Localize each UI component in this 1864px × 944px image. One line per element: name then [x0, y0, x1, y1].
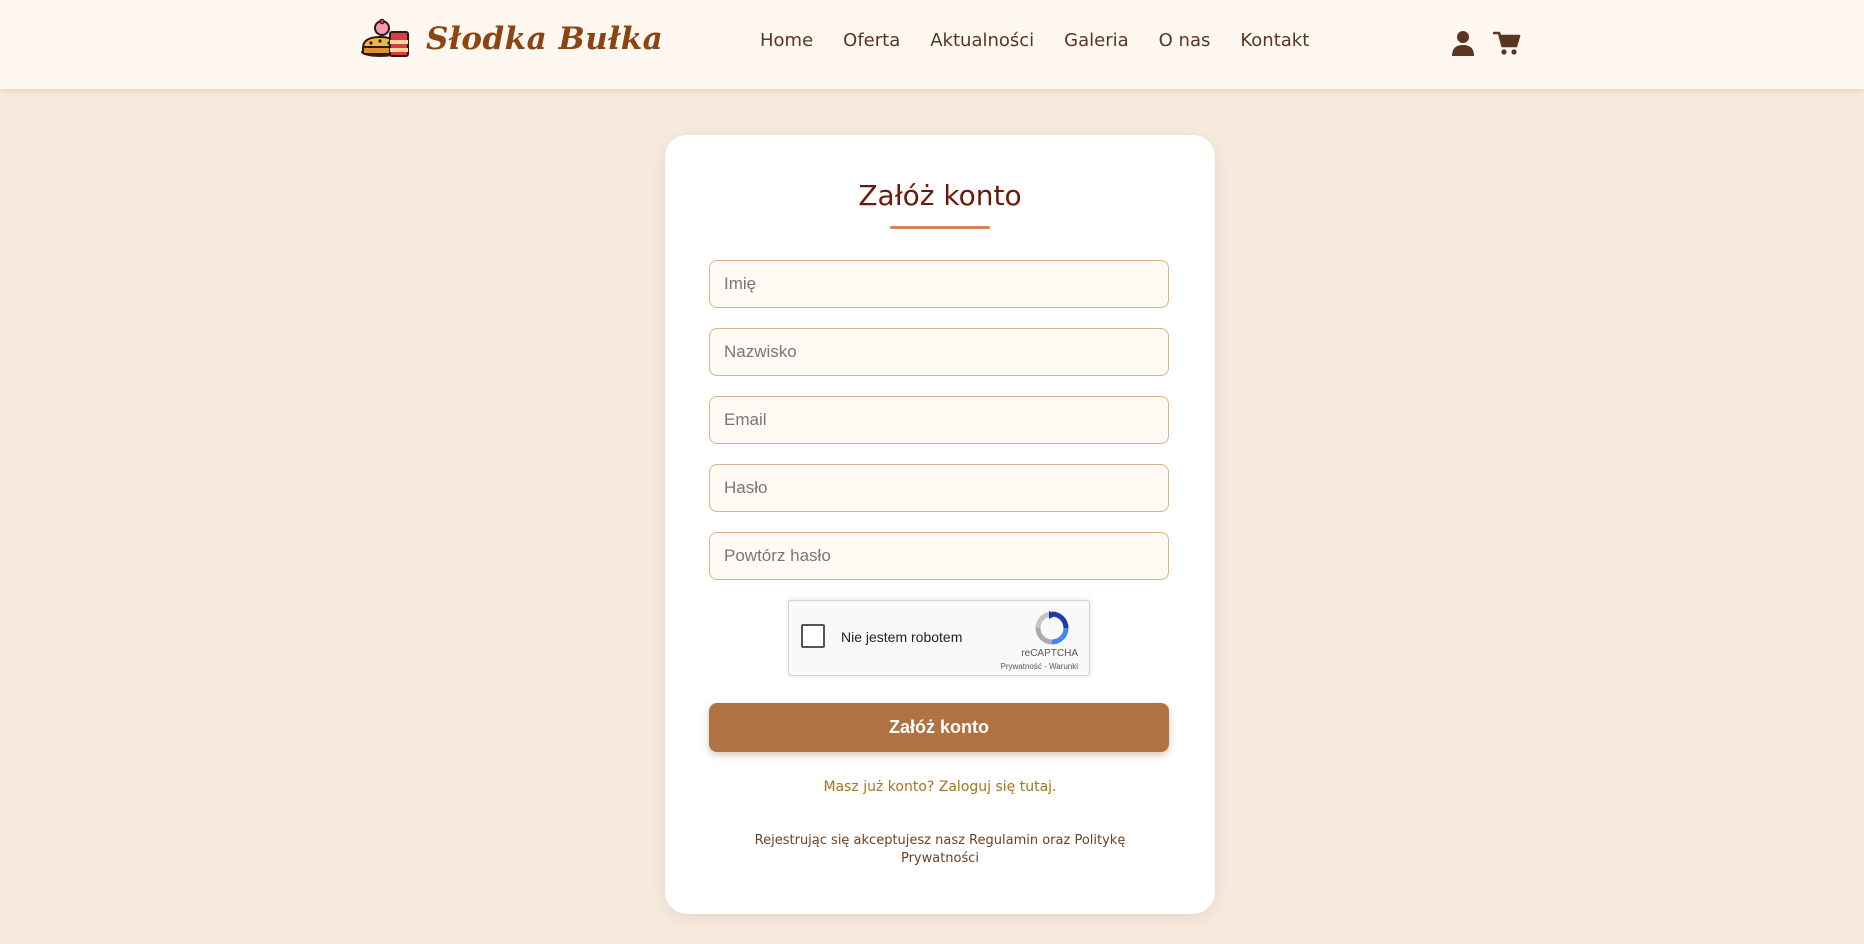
nav-item-aktualnosci[interactable]: Aktualności	[930, 30, 1034, 51]
main-nav: Home Oferta Aktualności Galeria O nas Ko…	[760, 30, 1309, 51]
recaptcha-widget: Nie jestem robotem reCAPTCHA Prywatność …	[788, 600, 1090, 676]
login-link[interactable]: Masz już konto? Zaloguj się tutaj.	[665, 779, 1215, 795]
nav-item-oferta[interactable]: Oferta	[843, 30, 900, 51]
bakery-logo-icon	[361, 18, 409, 57]
header-icons	[1451, 30, 1521, 56]
password-field[interactable]	[709, 464, 1169, 512]
recaptcha-checkbox[interactable]	[801, 624, 825, 648]
email-field[interactable]	[709, 396, 1169, 444]
last-name-field[interactable]	[709, 328, 1169, 376]
nav-item-galeria[interactable]: Galeria	[1064, 30, 1129, 51]
cart-icon[interactable]	[1493, 30, 1521, 56]
recaptcha-links[interactable]: Prywatność - Warunki	[1001, 662, 1079, 671]
brand-name: Słodka Bułka	[426, 21, 664, 57]
terms-notice: Rejestrując się akceptujesz nasz Regulam…	[754, 833, 1126, 866]
user-icon[interactable]	[1451, 30, 1475, 56]
page-title: Załóż konto	[858, 179, 1022, 212]
register-button[interactable]: Załóż konto	[709, 703, 1169, 752]
first-name-field[interactable]	[709, 260, 1169, 308]
nav-item-kontakt[interactable]: Kontakt	[1240, 30, 1309, 51]
repeat-password-field[interactable]	[709, 532, 1169, 580]
logo[interactable]: Słodka Bułka	[360, 18, 663, 60]
nav-item-home[interactable]: Home	[760, 30, 813, 51]
nav-item-o-nas[interactable]: O nas	[1159, 30, 1211, 51]
recaptcha-brand: reCAPTCHA	[1021, 648, 1078, 659]
recaptcha-logo-icon	[1035, 611, 1069, 645]
recaptcha-label: Nie jestem robotem	[841, 629, 963, 645]
register-card: Załóż konto Nie jestem robotem reCAPTCHA…	[665, 135, 1215, 914]
title-underline	[890, 226, 990, 229]
site-header: Słodka Bułka Home Oferta Aktualności Gal…	[0, 0, 1864, 89]
